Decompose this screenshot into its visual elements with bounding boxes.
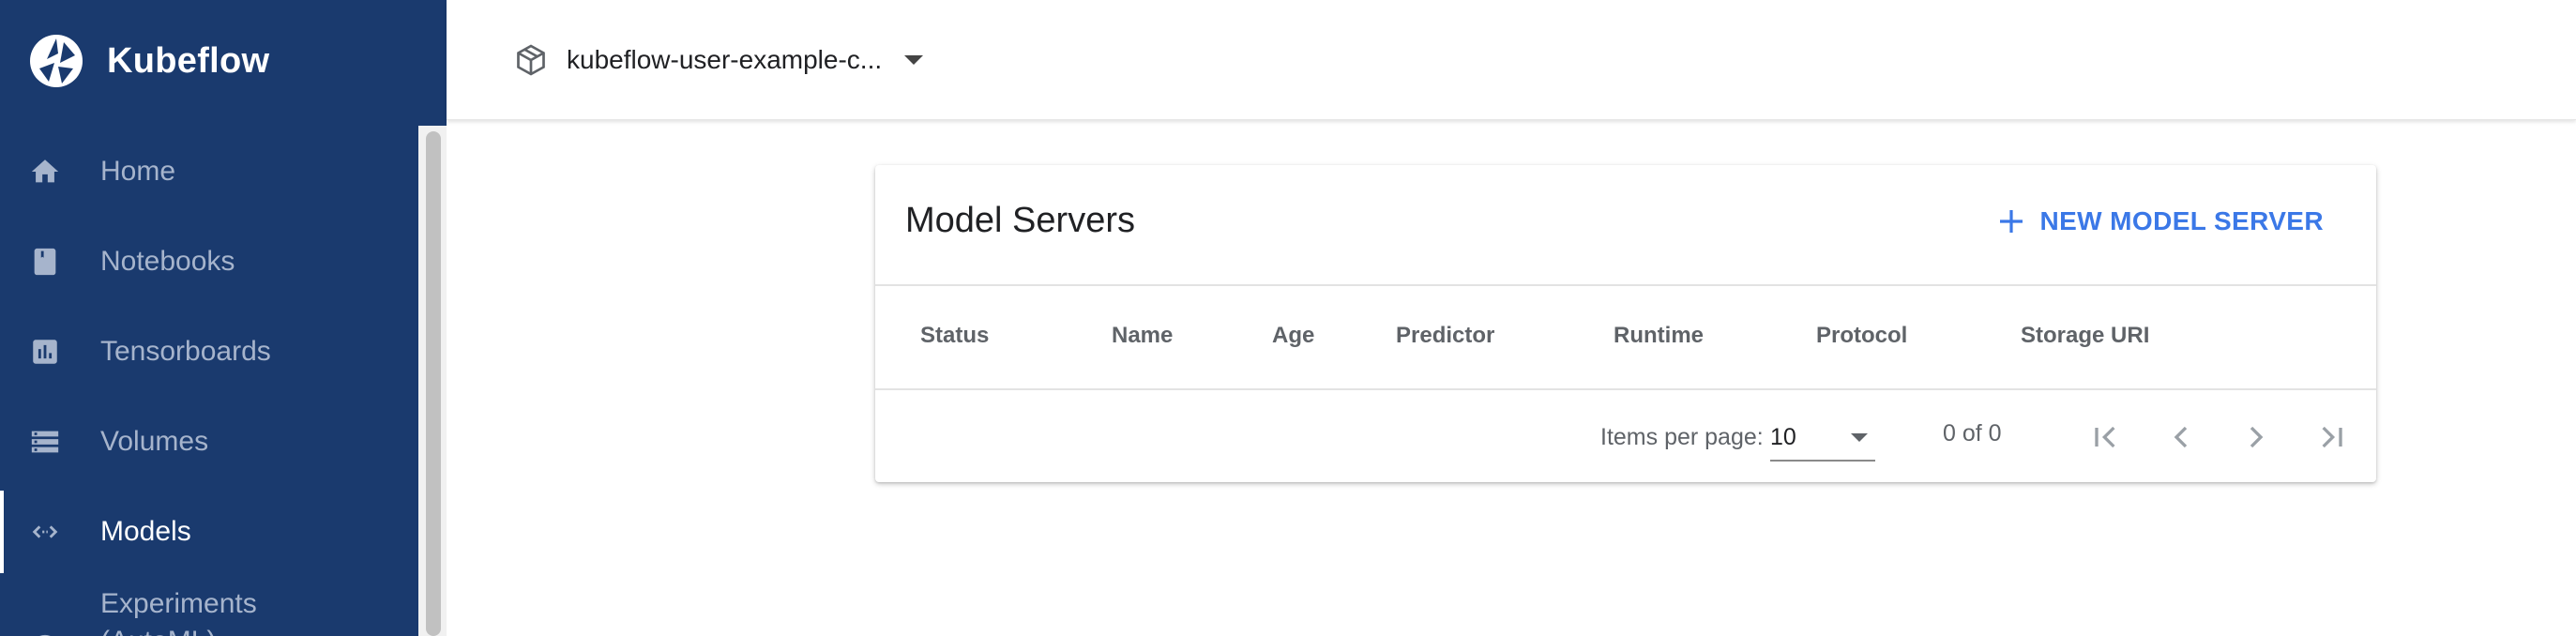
- sidebar-item-label: Volumes: [100, 426, 209, 457]
- chevron-right-icon: [2250, 426, 2264, 448]
- items-per-page-value: 10: [1770, 424, 1796, 450]
- namespace-name: kubeflow-user-example-c...: [567, 45, 883, 74]
- sidebar-item-label: Notebooks: [100, 246, 235, 277]
- page-title: Model Servers: [905, 201, 1135, 240]
- cube-icon: [517, 44, 545, 76]
- sidebar-item-label: Home: [100, 156, 176, 187]
- chart-icon: [26, 333, 64, 371]
- new-model-server-button[interactable]: NEW MODEL SERVER: [1996, 203, 2324, 240]
- last-page-icon: [2322, 426, 2342, 448]
- column-header-storage-uri[interactable]: Storage URI: [2021, 323, 2149, 349]
- column-header-protocol[interactable]: Protocol: [1816, 323, 1907, 349]
- sidebar-item-label: Models: [100, 516, 191, 547]
- sidebar-item-home[interactable]: Home: [0, 127, 418, 217]
- experiments-icon: [26, 629, 64, 636]
- top-bar: kubeflow-user-example-c...: [447, 0, 2576, 120]
- divider: [875, 284, 2376, 286]
- kubeflow-logo: [30, 35, 83, 87]
- chevron-left-icon: [2174, 426, 2188, 448]
- column-header-name[interactable]: Name: [1112, 323, 1173, 349]
- sidebar-item-tensorboards[interactable]: Tensorboards: [0, 307, 418, 397]
- first-page-icon: [2095, 426, 2115, 448]
- home-icon: [26, 153, 64, 190]
- sidebar-item-label: Tensorboards: [100, 336, 271, 367]
- app-root: Kubeflow Home Notebooks Tensorboards Vol…: [0, 0, 2576, 636]
- next-page-button[interactable]: [2230, 411, 2282, 463]
- brand-name: Kubeflow: [107, 40, 270, 81]
- brand[interactable]: Kubeflow: [26, 28, 269, 94]
- column-header-status[interactable]: Status: [920, 323, 989, 349]
- sidebar-item-notebooks[interactable]: Notebooks: [0, 217, 418, 307]
- code-arrows-icon: [26, 513, 64, 551]
- column-header-predictor[interactable]: Predictor: [1396, 323, 1494, 349]
- new-model-server-label: NEW MODEL SERVER: [2039, 206, 2324, 235]
- namespace-selector[interactable]: kubeflow-user-example-c...: [514, 38, 924, 83]
- sidebar-menu: Home Notebooks Tensorboards Volumes Mode…: [0, 127, 418, 636]
- column-header-age[interactable]: Age: [1272, 323, 1314, 349]
- sidebar-item-models[interactable]: Models: [0, 487, 418, 577]
- previous-page-button[interactable]: [2155, 411, 2207, 463]
- paginator: Items per page: 10 0 of 0: [875, 390, 2376, 482]
- storage-icon: [26, 423, 64, 461]
- last-page-button[interactable]: [2305, 411, 2357, 463]
- items-per-page-select[interactable]: 10: [1770, 422, 1875, 462]
- sidebar-item-sublabel: (AutoML): [100, 626, 216, 636]
- model-servers-card: Model Servers NEW MODEL SERVER Status Na…: [875, 165, 2376, 482]
- chevron-down-icon: [904, 55, 924, 65]
- sidebar: Kubeflow Home Notebooks Tensorboards Vol…: [0, 0, 447, 636]
- page-range-label: 0 of 0: [1943, 420, 2002, 447]
- sidebar-item-label: Experiments: [100, 588, 257, 619]
- sidebar-scrollbar-thumb[interactable]: [426, 131, 441, 636]
- notebook-icon: [26, 243, 64, 280]
- first-page-button[interactable]: [2080, 411, 2132, 463]
- add-icon: [2000, 210, 2023, 233]
- chevron-down-icon: [1851, 433, 1868, 442]
- sidebar-item-volumes[interactable]: Volumes: [0, 397, 418, 487]
- column-header-runtime[interactable]: Runtime: [1614, 323, 1704, 349]
- sidebar-item-experiments[interactable]: Experiments (AutoML): [0, 577, 418, 636]
- items-per-page-label: Items per page:: [1600, 424, 1764, 450]
